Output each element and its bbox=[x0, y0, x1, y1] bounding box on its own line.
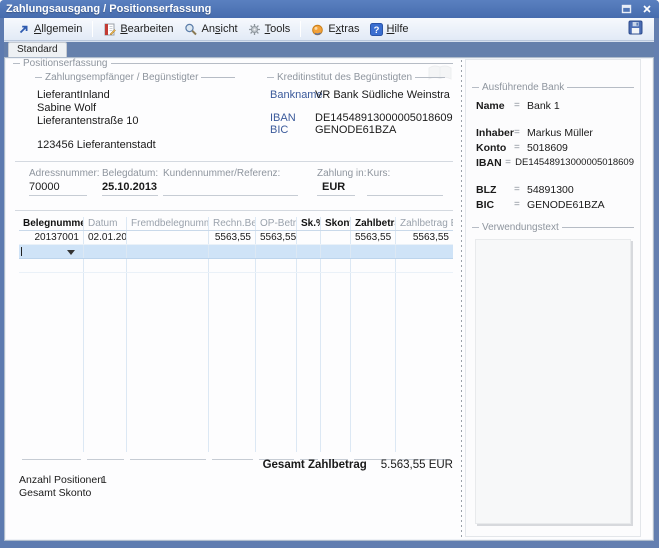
table-header-row[interactable]: Belegnummer Datum Fremdbelegnummer Rechn… bbox=[19, 217, 453, 231]
payee-legend: Zahlungsempfänger / Begünstigter bbox=[35, 72, 235, 83]
bic-value: GENODE61BZA bbox=[315, 124, 396, 136]
menu-allgemein[interactable]: Allgemein bbox=[12, 21, 87, 38]
bank-konto-row: Konto=5018609 bbox=[476, 142, 634, 154]
app-window: Zahlungsausgang / Positionserfassung All… bbox=[0, 0, 659, 548]
anzahl-positionen-value: 1 bbox=[101, 474, 107, 486]
tabstrip: Standard bbox=[4, 41, 654, 57]
verwendungstext-legend: Verwendungstext bbox=[472, 222, 634, 233]
tab-standard[interactable]: Standard bbox=[8, 42, 67, 57]
arrow-up-right-icon bbox=[17, 23, 30, 36]
iban-value: DE14548913000005018609 bbox=[315, 112, 453, 124]
bank-iban-row: IBAN=DE14548913000005018609 bbox=[476, 157, 634, 169]
positions-table: Belegnummer Datum Fremdbelegnummer Rechn… bbox=[19, 217, 453, 460]
menu-extras[interactable]: Extras bbox=[306, 21, 364, 38]
table-row-empty[interactable] bbox=[19, 259, 453, 273]
table-row[interactable]: 20137001 02.01.2013 5563,55 5563,55 5563… bbox=[19, 231, 453, 245]
kurs-field[interactable]: Kurs: bbox=[367, 168, 443, 196]
window-title: Zahlungsausgang / Positionserfassung bbox=[6, 3, 620, 15]
close-icon-glyph bbox=[642, 4, 652, 14]
adressnummer-field[interactable]: Adressnummer: 70000 bbox=[29, 168, 87, 196]
sidebar-panel: Ausführende Bank Name=Bank 1 Inhaber=Mar… bbox=[465, 59, 641, 537]
col-zahlbetrag-euro[interactable]: Zahlbetrag Euro bbox=[396, 217, 453, 230]
gesamt-zahlbetrag: Gesamt Zahlbetrag 5.563,55 EUR bbox=[5, 459, 453, 471]
menu-ansicht[interactable]: Ansicht bbox=[179, 21, 243, 38]
gesamt-skonto-label: Gesamt Skonto bbox=[19, 487, 91, 499]
text-caret bbox=[21, 247, 22, 256]
group-positionserfassung-legend: Positionserfassung bbox=[13, 58, 453, 69]
belegdatum-field[interactable]: Belegdatum: 25.10.2013 bbox=[102, 168, 158, 196]
gesamt-zahlbetrag-value: 5.563,55 EUR bbox=[381, 459, 453, 471]
toolbar-separator bbox=[92, 21, 93, 37]
table-row-selected[interactable] bbox=[19, 245, 453, 259]
separator bbox=[15, 161, 453, 162]
edit-icon bbox=[103, 23, 116, 36]
toolbar-separator bbox=[300, 21, 301, 37]
anzahl-positionen-label: Anzahl Positionen bbox=[19, 474, 103, 486]
help-icon: ? bbox=[370, 23, 383, 36]
table-empty-area[interactable] bbox=[19, 273, 453, 452]
content-panel: Positionserfassung Zahlungsempfänger / B… bbox=[4, 57, 654, 541]
dropdown-arrow-icon[interactable] bbox=[67, 250, 75, 255]
payee-street: Lieferantenstraße 10 bbox=[37, 115, 139, 127]
payee-city: 123456 Lieferantenstadt bbox=[37, 139, 156, 151]
extras-ball-icon bbox=[311, 23, 324, 36]
close-icon[interactable] bbox=[640, 3, 653, 16]
save-floppy-icon bbox=[628, 20, 643, 35]
bank-bic-row: BIC=GENODE61BZA bbox=[476, 199, 634, 211]
verwendungstext-textarea[interactable] bbox=[475, 239, 631, 524]
credit-institute-legend: Kreditinstitut des Begünstigten bbox=[267, 72, 445, 83]
menubar: Allgemein Bearbeiten Ansicht bbox=[4, 18, 654, 41]
col-op-betrag[interactable]: OP-Betrag bbox=[256, 217, 297, 230]
save-button[interactable] bbox=[625, 19, 646, 39]
splitter-handle[interactable] bbox=[460, 60, 463, 538]
bankname-value: VR Bank Südliche Weinstra bbox=[315, 89, 450, 101]
col-sk-prozent[interactable]: Sk.% bbox=[297, 217, 321, 230]
bic-label: BIC bbox=[270, 124, 288, 136]
gesamt-zahlbetrag-label: Gesamt Zahlbetrag bbox=[263, 459, 367, 471]
bank-inhaber-row: Inhaber=Markus Müller bbox=[476, 127, 634, 139]
separator bbox=[15, 210, 453, 211]
payee-contact: Sabine Wolf bbox=[37, 102, 96, 114]
col-rechn-betrag[interactable]: Rechn.Betrag bbox=[209, 217, 256, 230]
bank-name-row: Name=Bank 1 bbox=[476, 100, 634, 112]
col-fremdbelegnummer[interactable]: Fremdbelegnummer bbox=[127, 217, 209, 230]
col-belegnummer[interactable]: Belegnummer bbox=[19, 217, 84, 230]
titlebar: Zahlungsausgang / Positionserfassung bbox=[0, 0, 659, 18]
bank-blz-row: BLZ=54891300 bbox=[476, 184, 634, 196]
menu-bearbeiten[interactable]: Bearbeiten bbox=[98, 21, 178, 38]
restore-icon[interactable] bbox=[620, 3, 633, 16]
col-datum[interactable]: Datum bbox=[84, 217, 127, 230]
svg-text:?: ? bbox=[373, 25, 379, 36]
gear-icon bbox=[248, 23, 261, 36]
payee-name: LieferantInland bbox=[37, 89, 110, 101]
magnifier-icon bbox=[184, 23, 198, 36]
restore-icon-glyph bbox=[621, 4, 632, 15]
col-zahlbetrag[interactable]: Zahlbetrag bbox=[351, 217, 396, 230]
col-skonto[interactable]: Skonto bbox=[321, 217, 351, 230]
ausfuehrende-bank-legend: Ausführende Bank bbox=[472, 82, 634, 93]
kundennummer-field[interactable]: Kundennummer/Referenz: bbox=[163, 168, 298, 196]
iban-label: IBAN bbox=[270, 112, 296, 124]
zahlung-in-field[interactable]: Zahlung in: EUR bbox=[317, 168, 355, 196]
menu-hilfe[interactable]: ? Hilfe bbox=[365, 21, 414, 38]
menu-tools[interactable]: Tools bbox=[243, 21, 296, 38]
